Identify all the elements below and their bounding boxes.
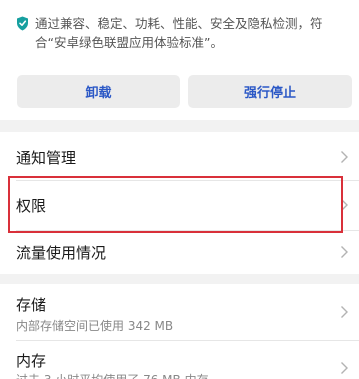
force-stop-button[interactable]: 强行停止 — [188, 75, 352, 108]
memory-subtitle: 过去 3 小时平均使用了 76 MB 内存 — [16, 371, 209, 379]
permissions-label: 权限 — [16, 196, 47, 215]
data-usage-label: 流量使用情况 — [16, 243, 107, 262]
resource-list: 存储 内部存储空间已使用 342 MB 内存 过去 3 小时平均使用了 76 M… — [0, 284, 359, 379]
chevron-right-icon — [341, 151, 348, 163]
chevron-right-icon — [341, 362, 348, 374]
shield-check-icon — [17, 16, 28, 31]
storage-row[interactable]: 存储 内部存储空间已使用 342 MB — [0, 284, 359, 340]
chevron-right-icon — [341, 306, 348, 318]
settings-list: 通知管理 权限 流量使用情况 — [0, 132, 359, 274]
chevron-right-icon — [341, 199, 348, 211]
memory-row[interactable]: 内存 过去 3 小时平均使用了 76 MB 内存 — [0, 340, 359, 379]
memory-title: 内存 — [16, 352, 47, 370]
certification-notice: 通过兼容、稳定、功耗、性能、安全及隐私检测，符合“安卓绿色联盟应用体验标准”。 — [16, 14, 352, 52]
chevron-right-icon — [341, 246, 348, 258]
uninstall-button[interactable]: 卸载 — [17, 75, 180, 108]
notifications-row[interactable]: 通知管理 — [0, 132, 359, 182]
storage-subtitle: 内部存储空间已使用 342 MB — [16, 319, 174, 333]
storage-title: 存储 — [16, 296, 47, 314]
app-info-card: 通过兼容、稳定、功耗、性能、安全及隐私检测，符合“安卓绿色联盟应用体验标准”。 … — [0, 0, 359, 120]
notifications-label: 通知管理 — [16, 148, 77, 167]
permissions-row[interactable]: 权限 — [0, 180, 359, 230]
certification-text: 通过兼容、稳定、功耗、性能、安全及隐私检测，符合“安卓绿色联盟应用体验标准”。 — [35, 16, 323, 50]
data-usage-row[interactable]: 流量使用情况 — [0, 230, 359, 274]
